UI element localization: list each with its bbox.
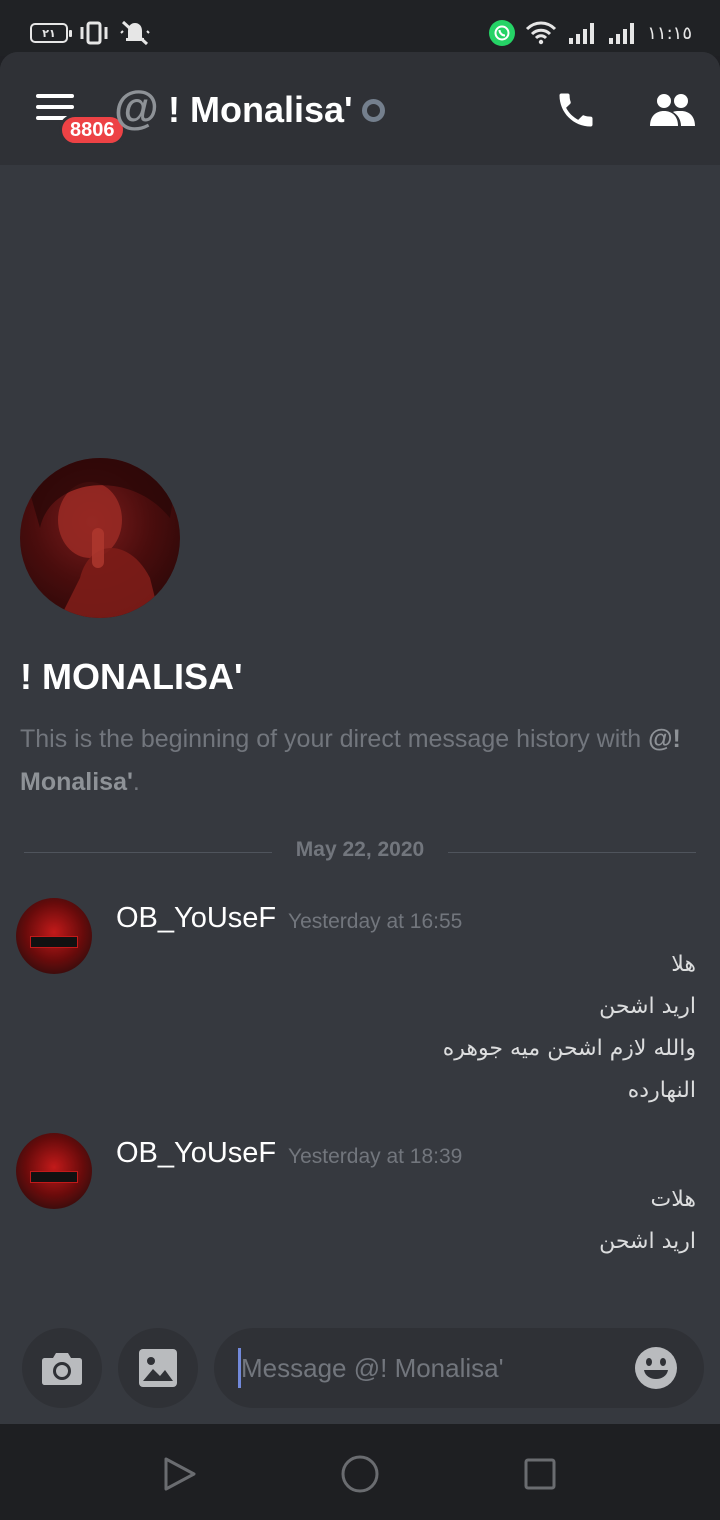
- message-content: هلا اريد اشحن والله لازم اشحن ميه جوهره …: [443, 944, 696, 1112]
- vibrate-icon: [80, 21, 108, 45]
- battery-icon: ٢١: [30, 23, 72, 43]
- members-button[interactable]: [648, 92, 696, 128]
- emoji-button[interactable]: [634, 1346, 678, 1390]
- message-input-container[interactable]: [214, 1328, 704, 1408]
- clock: ١١:١٥: [647, 22, 692, 44]
- phone-icon: [559, 93, 593, 127]
- status-right-icons: ١١:١٥: [489, 20, 692, 46]
- intro-text: This is the beginning of your direct mes…: [20, 725, 642, 753]
- message-line: اريد اشحن: [599, 994, 696, 1019]
- camera-icon: [42, 1353, 82, 1385]
- message-line: والله لازم اشحن ميه جوهره: [442, 1036, 696, 1061]
- divider-date: May 22, 2020: [295, 838, 425, 861]
- mute-bell-icon: [120, 20, 150, 46]
- home-button[interactable]: [340, 1454, 380, 1494]
- channel-title[interactable]: ! Monalisa': [168, 86, 353, 134]
- gallery-button[interactable]: [118, 1328, 198, 1408]
- offline-status-icon: [362, 99, 385, 122]
- dm-channel: 8806 @ ! Monalisa' ! MONALISA' This is t…: [0, 52, 720, 1424]
- message-content: هلات اريد اشحن: [599, 1179, 696, 1263]
- at-icon: @: [114, 81, 159, 133]
- author-avatar[interactable]: [16, 1133, 92, 1209]
- message-author[interactable]: OB_YoUseF: [116, 1137, 276, 1170]
- message-line: النهارده: [627, 1078, 696, 1103]
- recipient-name: ! MONALISA': [20, 656, 243, 697]
- whatsapp-icon: [489, 20, 516, 46]
- smiley-icon: [635, 1347, 677, 1389]
- system-nav-bar: [0, 1424, 720, 1520]
- message-timestamp: Yesterday at 18:39: [288, 1145, 463, 1168]
- message-input[interactable]: [238, 1348, 618, 1388]
- battery-level: ٢١: [42, 26, 56, 40]
- wifi-icon: [526, 21, 557, 45]
- status-bar: ٢١ ١١:١٥: [0, 0, 720, 56]
- recipient-avatar-image: [20, 458, 180, 618]
- image-icon: [139, 1349, 177, 1387]
- avatar-logo-plate: [30, 1171, 78, 1183]
- status-left-icons: ٢١: [30, 20, 150, 46]
- author-avatar[interactable]: [16, 898, 92, 974]
- message-line: اريد اشحن: [599, 1229, 696, 1254]
- camera-button[interactable]: [22, 1328, 102, 1408]
- call-button[interactable]: [554, 88, 598, 132]
- circle-home-icon: [341, 1455, 379, 1493]
- hamburger-menu-icon: [36, 94, 74, 98]
- message-line: هلا: [671, 952, 696, 977]
- back-button[interactable]: [160, 1454, 200, 1494]
- message-composer: [0, 1314, 720, 1424]
- signal-icon-sim1: [569, 23, 595, 44]
- channel-header: 8806 @ ! Monalisa': [0, 52, 720, 165]
- avatar-logo-plate: [30, 936, 78, 948]
- intro-suffix: .: [132, 768, 140, 796]
- signal-icon-sim2: [609, 23, 635, 44]
- square-recents-icon: [524, 1458, 556, 1490]
- hamburger-menu-icon-bar: [36, 105, 74, 109]
- dm-intro-text: This is the beginning of your direct mes…: [20, 718, 700, 804]
- message-line: هلات: [650, 1187, 696, 1212]
- message-author[interactable]: OB_YoUseF: [116, 902, 276, 935]
- date-divider: May 22, 2020: [24, 838, 696, 868]
- triangle-back-icon: [164, 1457, 196, 1491]
- recents-button[interactable]: [520, 1454, 560, 1494]
- people-icon: [650, 94, 695, 126]
- message-timestamp: Yesterday at 16:55: [288, 910, 463, 933]
- recipient-avatar[interactable]: [20, 458, 180, 618]
